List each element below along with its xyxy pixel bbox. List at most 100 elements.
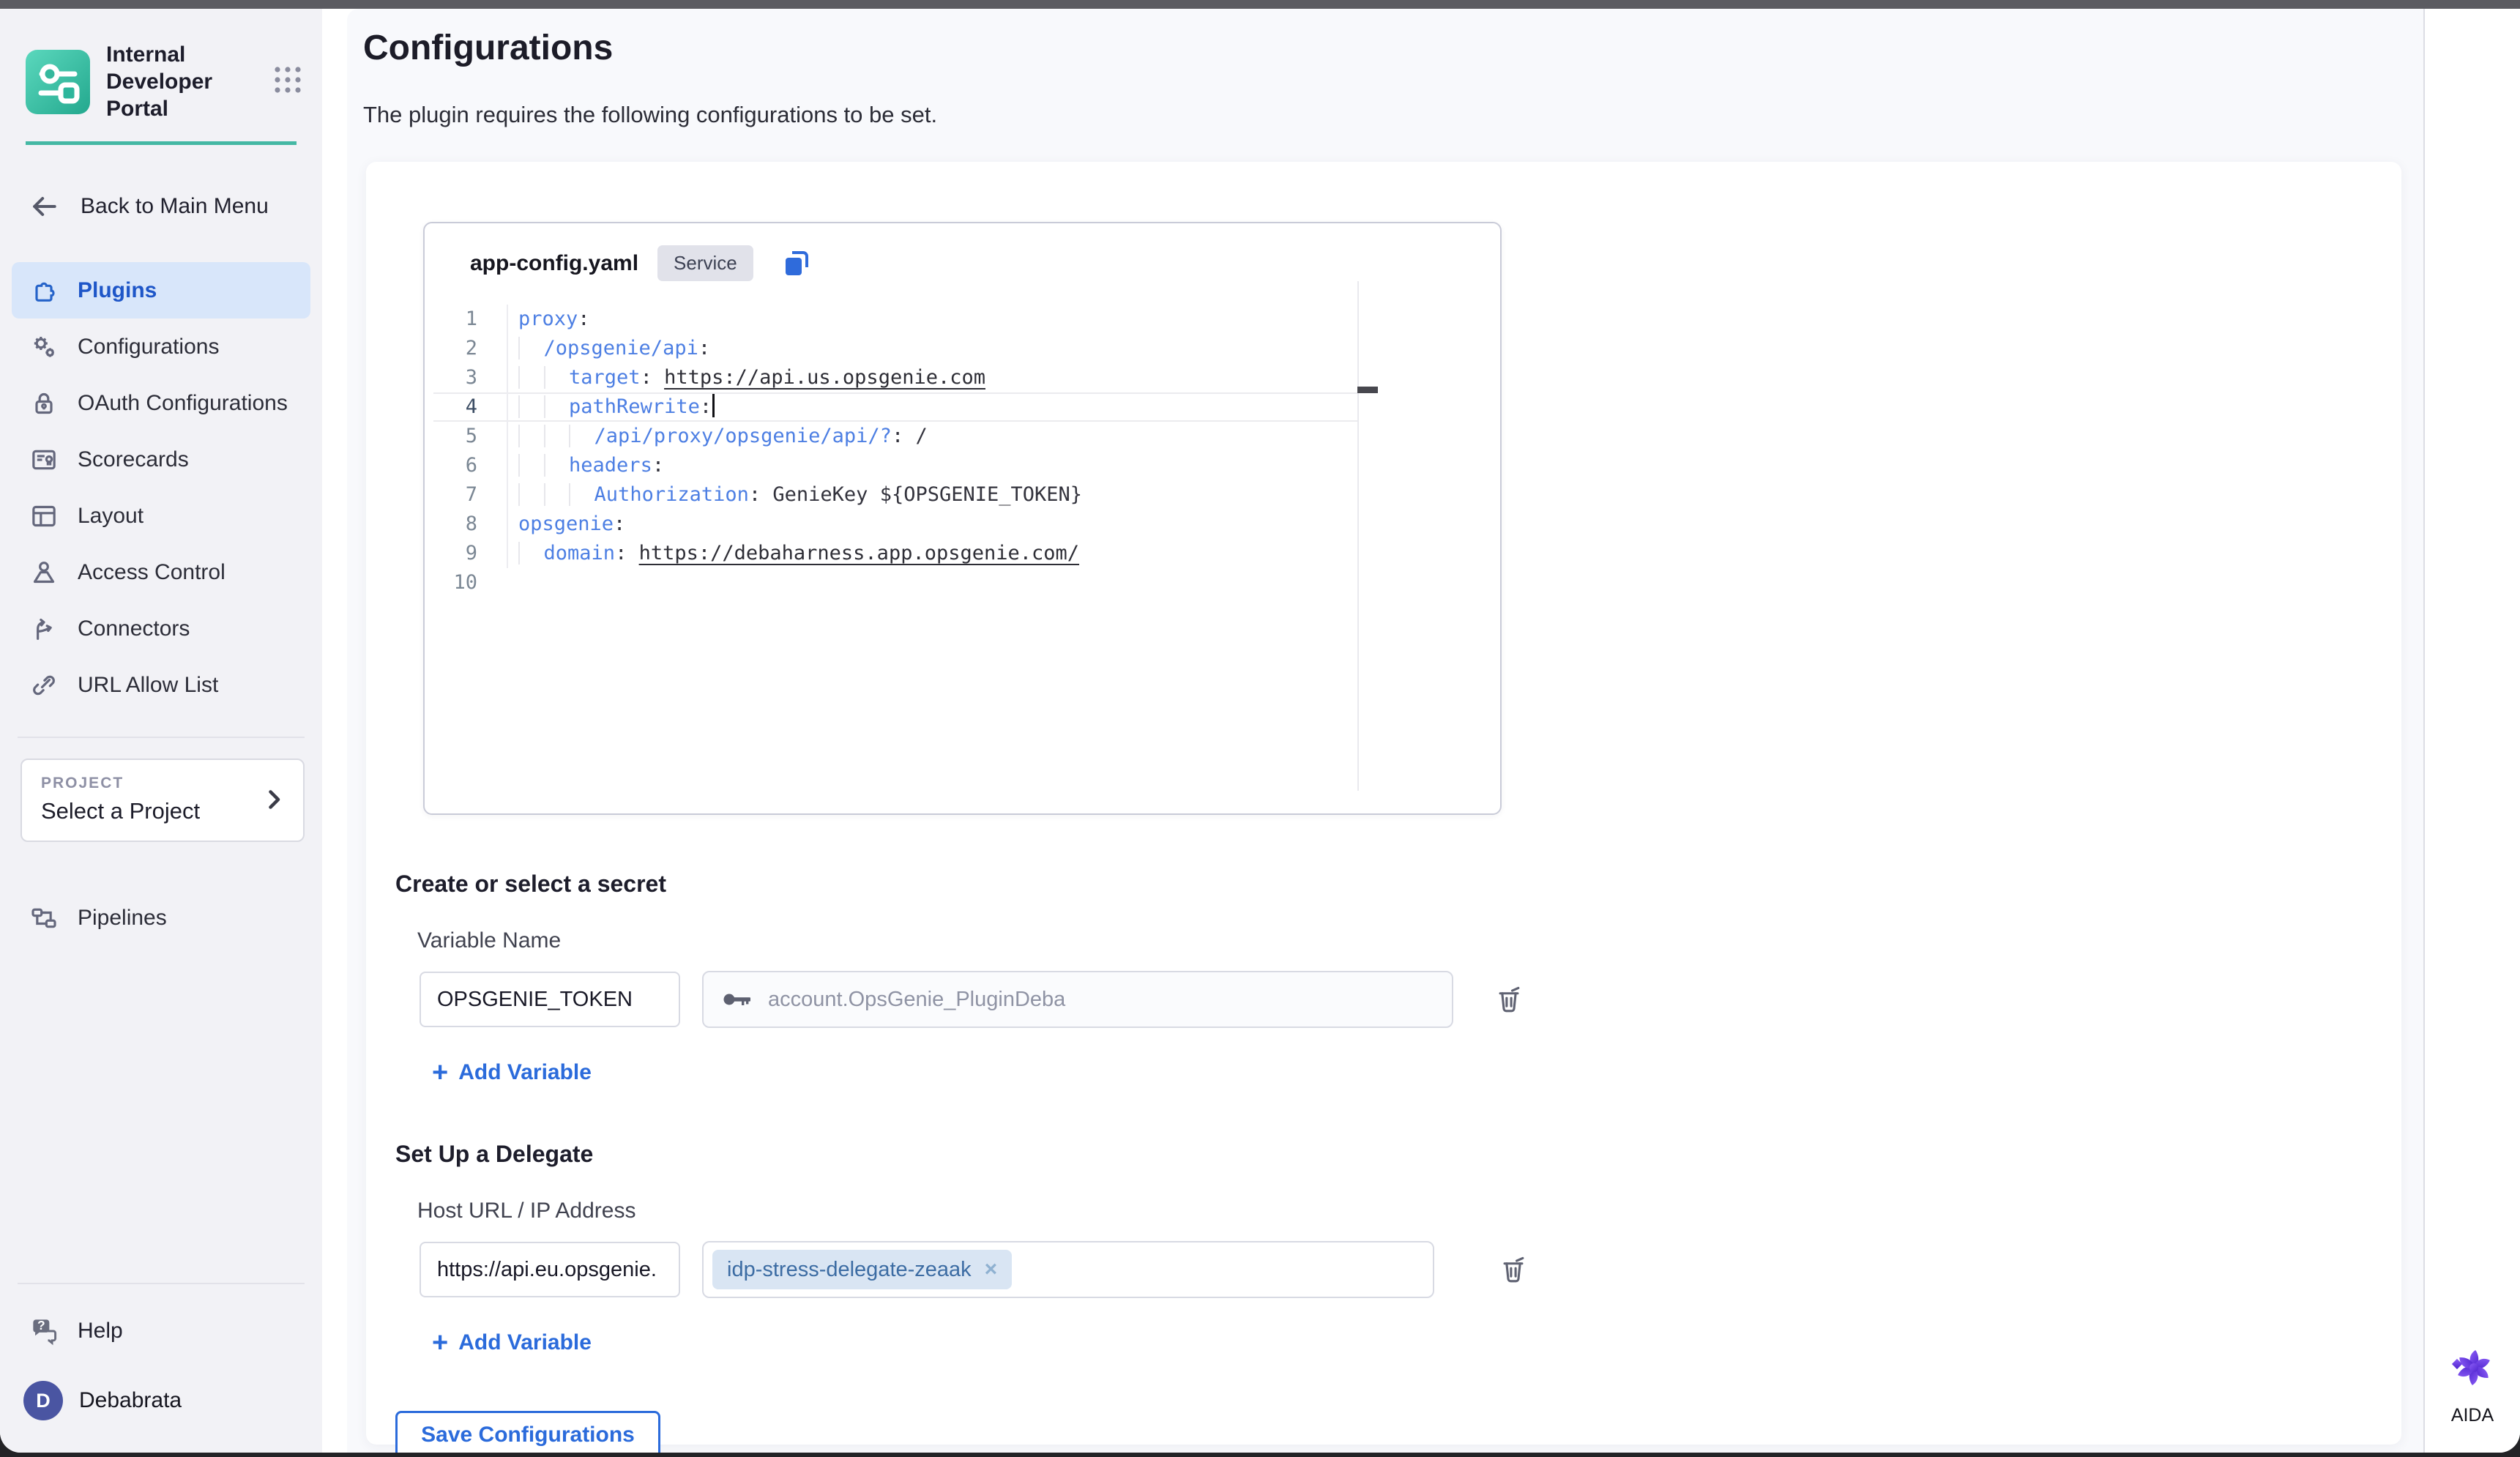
service-badge: Service xyxy=(657,245,753,281)
project-label: PROJECT xyxy=(41,775,261,792)
svg-text:?: ? xyxy=(37,1318,45,1333)
code-line: 5 /api/proxy/opsgenie/api/?: / xyxy=(425,422,1500,451)
app-logo xyxy=(26,50,90,114)
variable-name-input[interactable] xyxy=(420,972,680,1027)
sidebar-item-label: Layout xyxy=(78,504,143,529)
chevron-right-icon xyxy=(261,786,287,813)
yaml-editor-card: app-config.yaml Service 1proxy: 2 /ops xyxy=(423,222,1502,815)
person-icon xyxy=(29,558,59,587)
sidebar-item-label: Plugins xyxy=(78,278,157,303)
aida-icon xyxy=(2445,1341,2500,1395)
secret-select-field[interactable]: account.OpsGenie_PluginDeba xyxy=(702,971,1453,1028)
arrow-left-icon xyxy=(28,190,60,223)
aida-label: AIDA xyxy=(2451,1405,2494,1426)
code-line: 3 target: https://api.us.opsgenie.com xyxy=(425,363,1500,392)
code-line: 6 headers: xyxy=(425,451,1500,480)
brand-underline xyxy=(26,141,297,145)
avatar: D xyxy=(23,1381,63,1420)
sidebar-item-label: Configurations xyxy=(78,335,219,359)
add-variable-button-secret[interactable]: + Add Variable xyxy=(432,1060,2401,1085)
layout-icon xyxy=(29,502,59,531)
gears-icon xyxy=(29,332,59,362)
link-icon xyxy=(29,671,59,700)
delegate-tags-field[interactable]: idp-stress-delegate-zeaak × xyxy=(702,1241,1434,1298)
apps-grid-icon[interactable] xyxy=(272,64,303,99)
sidebar-item-oauth-configurations[interactable]: OAuth Configurations xyxy=(12,375,310,431)
sidebar-item-url-allow-list[interactable]: URL Allow List xyxy=(12,657,310,713)
sidebar-item-label: Access Control xyxy=(78,560,225,585)
user-menu[interactable]: D Debabrata xyxy=(23,1381,322,1420)
delegate-tag-label: idp-stress-delegate-zeaak xyxy=(727,1258,972,1282)
sidebar: Internal Developer Portal Back to Main M… xyxy=(0,9,322,1453)
sidebar-item-plugins[interactable]: Plugins xyxy=(12,262,310,318)
pipelines-icon xyxy=(29,903,59,933)
back-label: Back to Main Menu xyxy=(81,194,269,219)
page-subtitle: The plugin requires the following config… xyxy=(363,102,2423,128)
sidebar-gap xyxy=(322,9,347,1453)
delegate-tag: idp-stress-delegate-zeaak × xyxy=(712,1250,1012,1289)
configurations-card: app-config.yaml Service 1proxy: 2 /ops xyxy=(366,162,2401,1445)
sidebar-header: Internal Developer Portal xyxy=(26,41,303,122)
delete-delegate-icon[interactable] xyxy=(1497,1253,1529,1286)
code-line: 7 Authorization: GenieKey ${OPSGENIE_TOK… xyxy=(425,480,1500,510)
project-selector[interactable]: PROJECT Select a Project xyxy=(20,759,305,842)
remove-tag-icon[interactable]: × xyxy=(985,1257,998,1282)
page-title: Configurations xyxy=(363,28,2423,68)
window-top-edge xyxy=(0,0,2520,9)
secret-row: account.OpsGenie_PluginDeba xyxy=(420,971,2401,1028)
sidebar-item-label: OAuth Configurations xyxy=(78,391,288,416)
sidebar-item-configurations[interactable]: Configurations xyxy=(12,318,310,375)
host-url-input[interactable] xyxy=(420,1242,680,1297)
sidebar-item-access-control[interactable]: Access Control xyxy=(12,544,310,600)
key-icon xyxy=(723,989,752,1010)
scorecard-icon xyxy=(29,445,59,474)
app-window: Internal Developer Portal Back to Main M… xyxy=(0,9,2520,1453)
sidebar-divider-bottom xyxy=(18,1283,305,1284)
yaml-editor-header: app-config.yaml Service xyxy=(425,245,1500,281)
project-value: Select a Project xyxy=(41,798,261,824)
secret-value: account.OpsGenie_PluginDeba xyxy=(768,988,1065,1012)
code-line: 9 domain: https://debaharness.app.opsgen… xyxy=(425,539,1500,568)
sidebar-nav: Plugins Configurations xyxy=(12,262,310,713)
save-configurations-button[interactable]: Save Configurations xyxy=(395,1411,660,1453)
secret-section-heading: Create or select a secret xyxy=(395,871,2401,898)
help-label: Help xyxy=(78,1319,123,1344)
code-line-active: 4 pathRewrite: xyxy=(425,392,1500,422)
right-rail: AIDA xyxy=(2423,9,2520,1453)
add-variable-label: Add Variable xyxy=(458,1060,592,1085)
app-title: Internal Developer Portal xyxy=(106,41,256,122)
code-line: 8opsgenie: xyxy=(425,510,1500,539)
variable-name-label: Variable Name xyxy=(417,928,2401,953)
copy-icon[interactable] xyxy=(780,247,813,280)
add-variable-label: Add Variable xyxy=(458,1330,592,1355)
connector-icon xyxy=(29,614,59,644)
main-panel: Configurations The plugin requires the f… xyxy=(347,9,2423,1453)
sidebar-item-label: Scorecards xyxy=(78,447,189,472)
sidebar-item-pipelines[interactable]: Pipelines xyxy=(29,903,322,933)
delegate-section-heading: Set Up a Delegate xyxy=(395,1141,2401,1168)
sidebar-item-layout[interactable]: Layout xyxy=(12,488,310,544)
delegate-row: idp-stress-delegate-zeaak × xyxy=(420,1241,2401,1298)
back-to-main-menu[interactable]: Back to Main Menu xyxy=(28,190,322,223)
pipelines-label: Pipelines xyxy=(78,906,167,931)
code-line: 1proxy: xyxy=(425,305,1500,334)
sidebar-item-scorecards[interactable]: Scorecards xyxy=(12,431,310,488)
lock-icon xyxy=(29,389,59,418)
code-line: 2 /opsgenie/api: xyxy=(425,334,1500,363)
add-variable-button-delegate[interactable]: + Add Variable xyxy=(432,1330,2401,1355)
delete-secret-icon[interactable] xyxy=(1493,983,1525,1016)
text-cursor xyxy=(712,394,715,417)
sidebar-item-label: URL Allow List xyxy=(78,673,218,698)
sidebar-divider xyxy=(18,737,305,738)
aida-assistant-button[interactable]: AIDA xyxy=(2445,1341,2500,1426)
help-button[interactable]: ? Help xyxy=(28,1315,322,1347)
sidebar-item-connectors[interactable]: Connectors xyxy=(12,600,310,657)
user-name: Debabrata xyxy=(79,1388,182,1413)
yaml-code-area[interactable]: 1proxy: 2 /opsgenie/api: 3 target: https… xyxy=(425,305,1500,597)
plus-icon: + xyxy=(432,1062,448,1084)
yaml-filename: app-config.yaml xyxy=(470,251,638,276)
puzzle-icon xyxy=(29,276,59,305)
help-chat-icon: ? xyxy=(28,1315,60,1347)
code-line: 10 xyxy=(425,568,1500,597)
sidebar-item-label: Connectors xyxy=(78,616,190,641)
